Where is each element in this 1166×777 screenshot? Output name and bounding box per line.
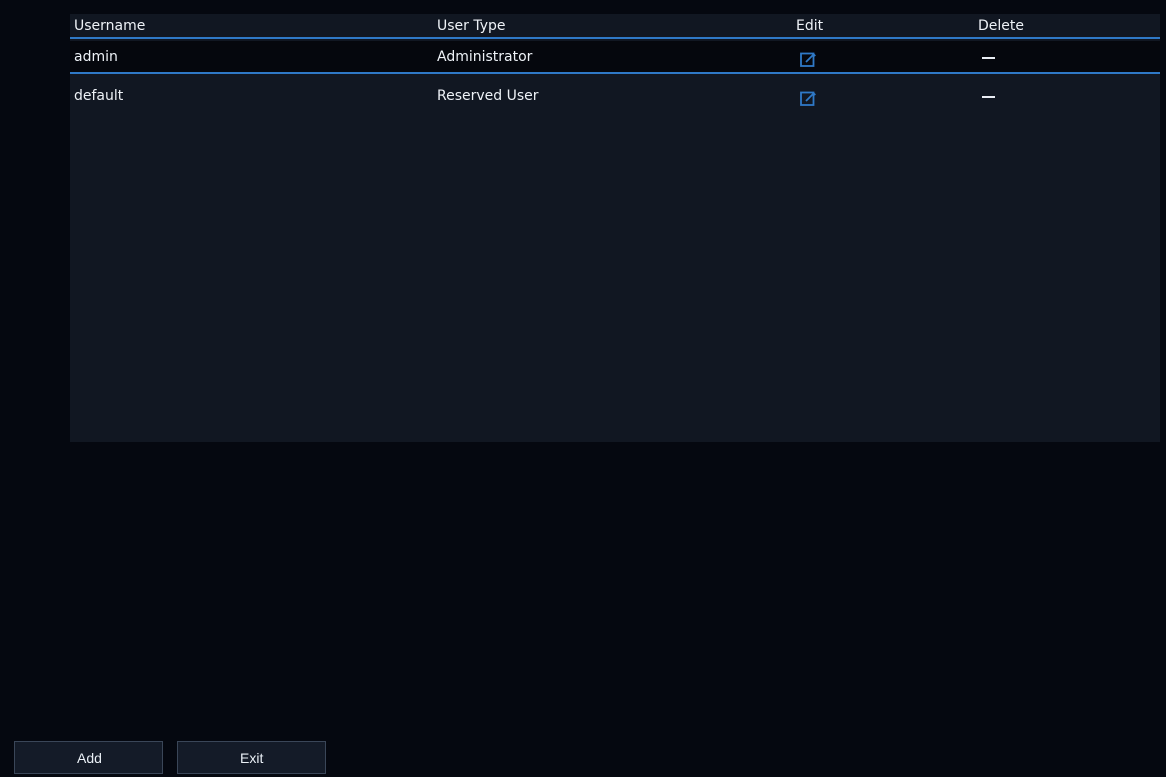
user-type-cell: Reserved User [437,88,539,104]
username-cell: admin [74,49,118,65]
edit-icon[interactable] [800,51,817,68]
delete-disabled-indicator [982,96,995,98]
table-row-default[interactable]: default Reserved User [70,80,1160,113]
column-header-edit: Edit [796,18,824,34]
table-header: Username User Type Edit Delete [70,14,1160,39]
user-management-screen: Username User Type Edit Delete admin Adm… [0,0,1166,777]
bottom-toolbar: Add Exit [0,740,1166,777]
edit-icon[interactable] [800,90,817,107]
user-type-cell: Administrator [437,49,533,65]
username-cell: default [74,88,124,104]
table-row-admin[interactable]: admin Administrator [70,41,1160,74]
delete-disabled-indicator [982,57,995,59]
column-header-username: Username [74,18,146,34]
column-header-delete: Delete [978,18,1024,34]
exit-button[interactable]: Exit [177,741,326,774]
users-table: Username User Type Edit Delete admin Adm… [70,14,1160,442]
column-header-user-type: User Type [437,18,506,34]
add-button[interactable]: Add [14,741,163,774]
